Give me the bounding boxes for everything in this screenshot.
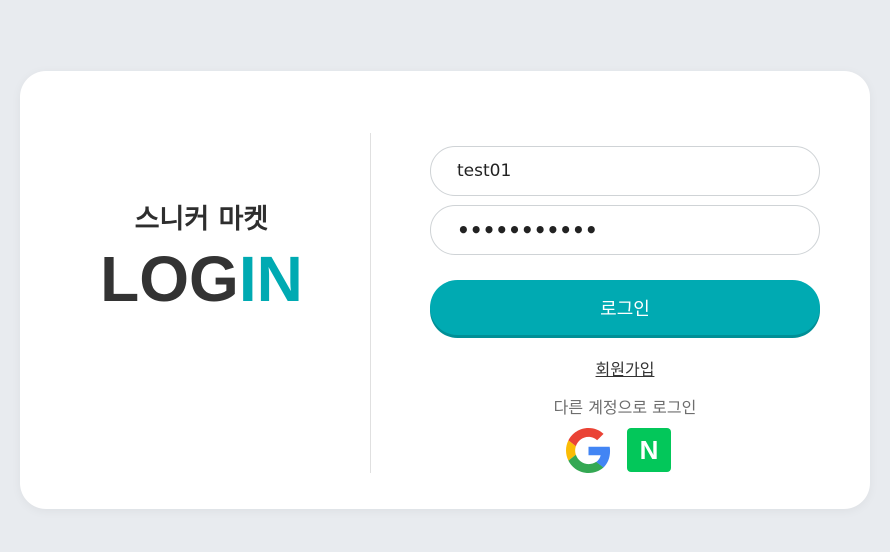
login-button[interactable]: 로그인 bbox=[430, 280, 820, 335]
google-login-button[interactable] bbox=[566, 428, 611, 473]
naver-icon: N bbox=[639, 434, 659, 465]
market-subtitle: 스니커 마켓 bbox=[134, 204, 269, 235]
naver-login-button[interactable]: N bbox=[627, 428, 671, 472]
google-icon bbox=[566, 428, 611, 473]
signup-link[interactable]: 회원가입 bbox=[430, 356, 820, 380]
login-title: LOGIN bbox=[20, 244, 383, 314]
login-button-label: 로그인 bbox=[600, 298, 650, 320]
id-input[interactable]: test01 bbox=[430, 146, 820, 196]
login-card: 스니커 마켓 LOGIN test01 ••••••••••• 로그인 회원가입… bbox=[20, 71, 870, 509]
password-input[interactable]: ••••••••••• bbox=[430, 205, 820, 255]
vertical-divider bbox=[370, 133, 371, 473]
other-login-text: 다른 계정으로 로그인 bbox=[553, 398, 697, 417]
id-input-value: test01 bbox=[457, 161, 512, 181]
left-panel: 스니커 마켓 LOGIN bbox=[20, 71, 370, 509]
login-title-part2: IN bbox=[238, 243, 303, 315]
password-input-value: ••••••••••• bbox=[457, 218, 598, 242]
login-title-part1: LOG bbox=[100, 243, 239, 315]
